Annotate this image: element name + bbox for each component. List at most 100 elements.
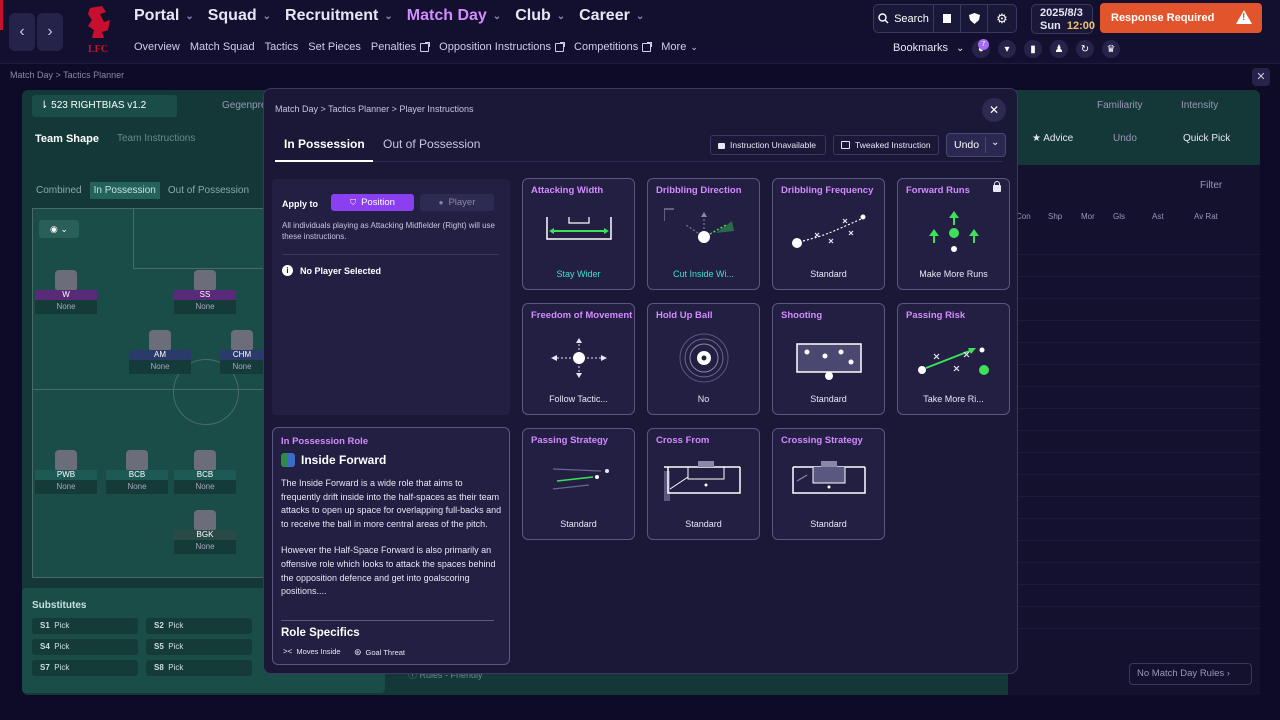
- tab-out-of-possession[interactable]: Out of Possession: [383, 137, 480, 151]
- breadcrumb-item[interactable]: Tactics Planner: [328, 104, 389, 114]
- close-screen-button[interactable]: ✕: [1252, 68, 1270, 86]
- shield-icon: [968, 13, 980, 24]
- subnav-set-pieces[interactable]: Set Pieces: [308, 41, 361, 53]
- dribbling-direction-icon: [664, 208, 734, 243]
- col-header[interactable]: Mor: [1081, 212, 1113, 221]
- nav-club[interactable]: Club ⌄: [515, 7, 565, 25]
- subnav-more[interactable]: More ⌄: [661, 41, 698, 53]
- instruction-card-forward-runs[interactable]: Forward Runs Make More Runs: [897, 178, 1010, 290]
- advice-button[interactable]: ★ Advice: [1032, 133, 1073, 144]
- close-icon: ✕: [988, 103, 1000, 117]
- subnav-competitions[interactable]: Competitions: [574, 41, 653, 53]
- instruction-card-cross-from[interactable]: Cross From Standard: [647, 428, 760, 540]
- subnav-match-squad[interactable]: Match Squad: [190, 41, 255, 53]
- sub-slot[interactable]: S5 Pick: [146, 639, 252, 655]
- tab-team-instructions[interactable]: Team Instructions: [117, 133, 195, 144]
- col-header[interactable]: Gls: [1113, 212, 1152, 221]
- instruction-card-hold-up-ball[interactable]: Hold Up Ball No: [647, 303, 760, 415]
- player-slot[interactable]: BCB None: [106, 450, 168, 494]
- apply-position-option[interactable]: ⛉ Position: [331, 194, 414, 211]
- sub-slot[interactable]: S1 Pick: [32, 618, 138, 634]
- tab-in-possession[interactable]: In Possession: [284, 137, 365, 151]
- player-slot[interactable]: AM None: [129, 330, 191, 374]
- instruction-title: Crossing Strategy: [781, 435, 863, 446]
- subnav-opposition-instructions[interactable]: Opposition Instructions: [439, 41, 566, 53]
- nav-recruitment[interactable]: Recruitment ⌄: [285, 7, 393, 25]
- undo-button[interactable]: Undo ⌄: [946, 133, 1006, 157]
- nav-match-day[interactable]: Match Day ⌄: [407, 7, 501, 25]
- subnav-penalties[interactable]: Penalties: [371, 41, 431, 53]
- breadcrumb-item[interactable]: Tactics Planner: [63, 70, 124, 80]
- player-slot[interactable]: PWB None: [35, 450, 97, 494]
- forward-button[interactable]: ›: [37, 13, 63, 51]
- view-tab-in-possession[interactable]: In Possession: [89, 182, 160, 199]
- tab-team-shape[interactable]: Team Shape: [35, 133, 99, 145]
- bg-undo-button[interactable]: Undo: [1113, 133, 1137, 144]
- col-header[interactable]: Shp: [1048, 212, 1081, 221]
- kit-bookmark[interactable]: ▾: [998, 40, 1016, 58]
- club-vision-button[interactable]: [961, 5, 988, 32]
- instruction-card-freedom-of-movement[interactable]: Freedom of Movement Follow Tactic...: [522, 303, 635, 415]
- list-row: [1008, 387, 1260, 409]
- sub-slot[interactable]: S4 Pick: [32, 639, 138, 655]
- col-header[interactable]: Av Rat: [1194, 212, 1218, 221]
- view-tab-combined[interactable]: Combined: [32, 182, 86, 199]
- instruction-card-dribbling-direction[interactable]: Dribbling Direction Cut Inside Wi...: [647, 178, 760, 290]
- response-required-button[interactable]: Response Required: [1100, 3, 1262, 33]
- col-header[interactable]: Con: [1016, 212, 1048, 221]
- instruction-card-crossing-strategy[interactable]: Crossing Strategy Standard: [772, 428, 885, 540]
- date-display[interactable]: 2025/8/3 Sun 12:00: [1031, 4, 1095, 34]
- nav-portal[interactable]: Portal ⌄: [134, 7, 194, 25]
- sub-slot[interactable]: S2 Pick: [146, 618, 252, 634]
- player-slot[interactable]: BGK None: [174, 510, 236, 554]
- apply-player-option[interactable]: ● Player: [420, 194, 494, 211]
- match-day-rules-button[interactable]: No Match Day Rules ›: [1129, 663, 1252, 685]
- role-title[interactable]: Inside Forward: [281, 453, 386, 467]
- settings-button[interactable]: ⚙: [988, 5, 1016, 32]
- instruction-card-passing-risk[interactable]: Passing Risk Take More Ri...: [897, 303, 1010, 415]
- trophy-bookmark[interactable]: ♛: [1102, 40, 1120, 58]
- nav-label: Match Day: [406, 7, 487, 24]
- view-tab-out-of-possession[interactable]: Out of Possession: [164, 182, 253, 199]
- visibility-toggle[interactable]: ◉ ⌄: [39, 220, 79, 238]
- instruction-value: Cut Inside Wi...: [672, 269, 735, 279]
- sub-slot[interactable]: S8 Pick: [146, 660, 252, 676]
- shirt-icon: [194, 450, 216, 470]
- nav-career[interactable]: Career ⌄: [579, 7, 644, 25]
- main-nav: Portal ⌄ Squad ⌄ Recruitment ⌄ Match Day ⌄ C…: [134, 7, 644, 25]
- instruction-card-passing-strategy[interactable]: Passing Strategy Standard: [522, 428, 635, 540]
- subnav-tactics[interactable]: Tactics: [265, 41, 299, 53]
- instruction-card-shooting[interactable]: Shooting Standard: [772, 303, 885, 415]
- search-button[interactable]: Search: [874, 5, 934, 32]
- close-modal-button[interactable]: ✕: [982, 98, 1006, 122]
- col-header[interactable]: Ast: [1152, 212, 1194, 221]
- player-slot[interactable]: SS None: [174, 270, 236, 314]
- chevron-down-icon[interactable]: ⌄: [991, 137, 999, 148]
- filter-button[interactable]: Filter: [1200, 180, 1222, 191]
- role-description-paragraph: However the Half-Space Forward is also p…: [281, 545, 496, 597]
- breadcrumb-item[interactable]: Match Day: [10, 70, 53, 80]
- active-tab-indicator: [275, 160, 373, 162]
- quick-pick-button[interactable]: Quick Pick: [1183, 133, 1230, 144]
- tactic-selector[interactable]: ⇂ 523 RIGHTBIAS v1.2: [32, 95, 177, 117]
- sub-slot[interactable]: S7 Pick: [32, 660, 138, 676]
- staff-bookmark[interactable]: ♟: [1050, 40, 1068, 58]
- bookmarks-dropdown[interactable]: Bookmarks ⌄: [893, 42, 964, 54]
- role-specific-item: >< Moves Inside: [283, 647, 341, 656]
- instruction-card-dribbling-frequency[interactable]: Dribbling Frequency Standard: [772, 178, 885, 290]
- back-button[interactable]: ‹: [9, 13, 35, 51]
- refresh-bookmark[interactable]: ↻: [1076, 40, 1094, 58]
- player-slot[interactable]: CHM None: [220, 330, 264, 374]
- club-crest[interactable]: LFC: [80, 4, 116, 58]
- player-name: None: [35, 300, 97, 314]
- player-slot[interactable]: BCB None: [174, 450, 236, 494]
- subnav-overview[interactable]: Overview: [134, 41, 180, 53]
- response-label: Response Required: [1111, 12, 1215, 24]
- column-headers: Con Shp Mor Gls Ast Av Rat: [1016, 212, 1218, 221]
- breadcrumb-item[interactable]: Match Day: [275, 104, 318, 114]
- player-slot[interactable]: W None: [35, 270, 97, 314]
- inbox-button[interactable]: [934, 5, 961, 32]
- instruction-card-attacking-width[interactable]: Attacking Width Stay Wider: [522, 178, 635, 290]
- report-bookmark[interactable]: ▮: [1024, 40, 1042, 58]
- nav-squad[interactable]: Squad ⌄: [208, 7, 271, 25]
